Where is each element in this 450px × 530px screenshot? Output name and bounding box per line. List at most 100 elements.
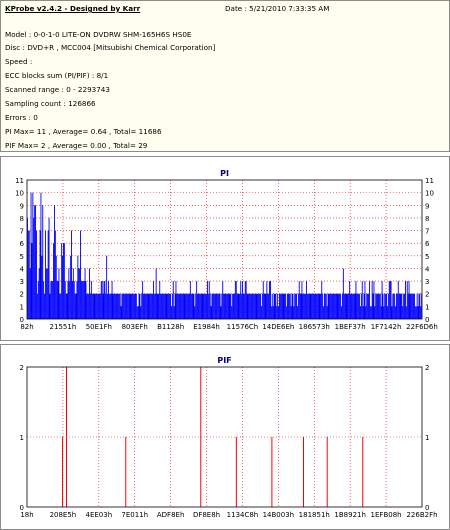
pi-bar [182, 293, 184, 319]
y-tick-label-right: 2 [425, 291, 429, 299]
y-tick-label-left: 2 [20, 291, 24, 299]
pi-bar [207, 281, 208, 319]
pi-bar [114, 293, 116, 319]
pi-bar [264, 293, 266, 319]
pi-bar [128, 293, 130, 319]
pi-bar [180, 293, 182, 319]
x-tick-label: B1128h [157, 323, 184, 331]
pi-bar [380, 306, 382, 319]
pi-bar [71, 230, 72, 319]
pi-bar [259, 293, 261, 319]
pi-bar [180, 293, 181, 319]
pi-bar [210, 306, 212, 319]
pi-bar [356, 293, 358, 319]
info-ecc-blocks: ECC blocks sum (PI/PIF) : 8/1 [5, 71, 109, 80]
pi-bar [306, 281, 307, 319]
pi-bar [354, 293, 356, 319]
pi-bar [181, 293, 183, 319]
pi-bar [252, 293, 253, 319]
info-speed: Speed : [5, 57, 33, 66]
pi-bar [241, 293, 243, 319]
pi-bar [165, 293, 167, 319]
pi-bar [278, 306, 279, 319]
x-tick-label: 7E011h [121, 511, 148, 519]
pi-bar [126, 293, 128, 319]
x-tick-label: 14B003h [263, 511, 295, 519]
pi-bar [252, 293, 254, 319]
pi-bar [402, 306, 404, 319]
pi-bar [397, 281, 399, 319]
pi-bar [305, 293, 306, 319]
pi-bar [297, 306, 298, 319]
pi-bar [258, 293, 260, 319]
pi-bar [161, 293, 162, 319]
pi-bar [233, 293, 234, 319]
pi-bar [214, 293, 216, 319]
pi-bar [70, 255, 72, 319]
pi-bar [201, 293, 203, 319]
pi-bar [378, 293, 379, 319]
pi-bar [168, 293, 170, 319]
pi-bar [197, 293, 198, 319]
y-tick-label-right: 1 [425, 303, 429, 311]
pi-bar [142, 281, 144, 319]
pi-bar [107, 293, 108, 319]
pi-bar [353, 293, 355, 319]
pi-bar [106, 255, 108, 319]
pi-bar [69, 281, 71, 319]
pi-bar [36, 230, 37, 319]
pi-bar [93, 293, 95, 319]
pi-bar [373, 281, 375, 319]
x-tick-label: ADF8Eh [157, 511, 185, 519]
pi-bar [33, 217, 35, 319]
pi-bar [63, 243, 65, 319]
pi-bar [254, 293, 256, 319]
pi-bar [100, 281, 102, 319]
pif-chart: PIF0 01 12 218h 208E5h 4EE03h 7E011h ADF8Eh DF8E… [20, 356, 438, 519]
pi-bar [312, 293, 314, 319]
pi-bar [286, 306, 288, 319]
pi-bar [243, 293, 244, 319]
pi-bar [350, 293, 351, 319]
pi-bar [99, 293, 100, 319]
pi-bar [98, 293, 99, 319]
pi-bar [347, 293, 349, 319]
pi-bar [351, 293, 352, 319]
pi-bar [184, 293, 186, 319]
pi-bar [127, 293, 129, 319]
pi-bar [294, 293, 296, 319]
pi-bar [104, 281, 106, 319]
pi-bar [361, 281, 363, 319]
pi-bar [87, 293, 89, 319]
pi-bar [371, 281, 373, 319]
chart-title: PI [220, 169, 229, 178]
pi-bar [290, 306, 292, 319]
pi-bar [300, 293, 302, 319]
pi-bar [411, 293, 413, 319]
pi-bar [151, 293, 153, 319]
pi-bar [417, 306, 419, 319]
pi-bar [267, 293, 269, 319]
pi-bar [141, 293, 143, 319]
info-sampling-count: Sampling count : 126866 [5, 99, 96, 108]
pi-bar [32, 192, 34, 319]
pi-bar [175, 281, 177, 319]
pi-bar [242, 281, 243, 319]
pi-bar [125, 293, 126, 319]
pi-bar [289, 293, 291, 319]
x-tick-label: 1EFB08h [371, 511, 402, 519]
pi-bar [420, 306, 422, 319]
pi-bar [62, 255, 63, 319]
pi-bar [346, 293, 348, 319]
pi-bar [91, 293, 93, 319]
x-tick-label: 186573h [299, 323, 330, 331]
pi-bar [68, 268, 70, 319]
pi-bar [273, 293, 275, 319]
pi-bar [152, 293, 153, 319]
pi-bar [158, 293, 160, 319]
pi-bar [99, 293, 101, 319]
pi-bar [408, 281, 410, 319]
pi-bar [43, 281, 45, 319]
pi-bar [73, 281, 75, 319]
pi-bar [111, 281, 113, 319]
